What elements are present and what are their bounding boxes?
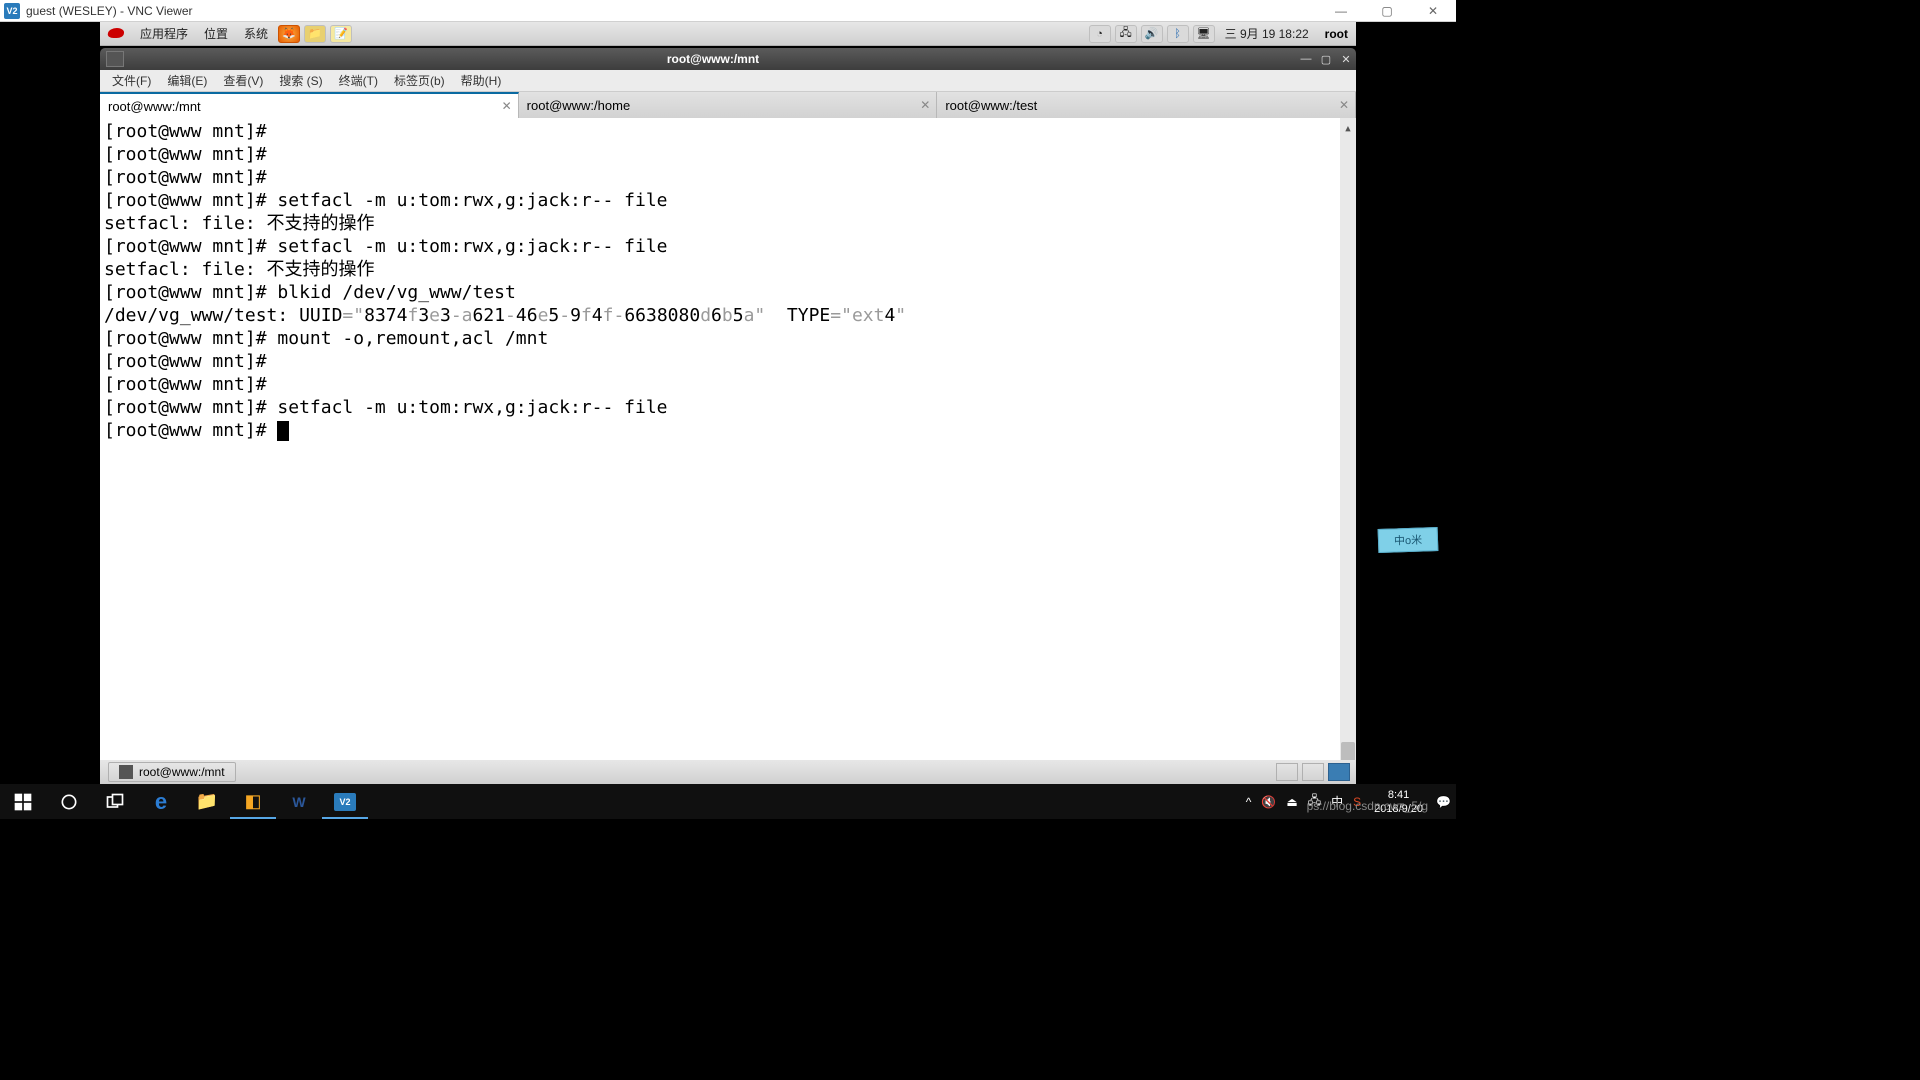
start-button[interactable] — [0, 784, 46, 819]
windows-taskbar: e 📁 ◧ W V2 ^ 🔇 ⏏ 🖧 中 S 8:41 2018/9/20 💬 — [0, 784, 1456, 819]
tab-label: root@www:/home — [527, 98, 631, 113]
terminal-title: root@www:/mnt — [130, 52, 1296, 66]
gnome-bottom-panel: root@www:/mnt — [100, 760, 1356, 784]
maximize-button[interactable]: ▢ — [1364, 1, 1410, 21]
terminal-scrollbar[interactable]: ▲ ▼ — [1340, 118, 1356, 784]
task-label: root@www:/mnt — [139, 765, 225, 779]
cpu-indicator-icon[interactable]: ◔ — [1089, 25, 1111, 43]
firefox-icon[interactable]: 🦊 — [278, 25, 300, 43]
menu-view[interactable]: 查看(V) — [215, 72, 271, 89]
menu-tabs[interactable]: 标签页(b) — [386, 72, 453, 89]
tab-label: root@www:/test — [945, 98, 1037, 113]
cortana-button[interactable] — [46, 784, 92, 819]
system-tray: ^ 🔇 ⏏ 🖧 中 S 8:41 2018/9/20 💬 — [1241, 784, 1456, 819]
close-icon[interactable]: ✕ — [920, 98, 930, 112]
clock-time: 8:41 — [1374, 788, 1423, 802]
menu-terminal[interactable]: 终端(T) — [331, 72, 386, 89]
gnome-user-menu[interactable]: root — [1325, 27, 1348, 41]
terminal-maximize[interactable]: ▢ — [1316, 51, 1336, 67]
menu-system[interactable]: 系统 — [236, 22, 276, 45]
tray-network-icon[interactable]: 🖧 — [1303, 791, 1326, 812]
taskbar-clock[interactable]: 8:41 2018/9/20 — [1366, 788, 1431, 816]
tray-app-icon[interactable]: S — [1348, 795, 1366, 809]
terminal-body[interactable]: [root@www mnt]# [root@www mnt]# [root@ww… — [100, 118, 1356, 784]
volume-icon[interactable]: 🔊 — [1141, 25, 1163, 43]
vnc-icon: V2 — [334, 793, 356, 811]
close-button[interactable]: ✕ — [1410, 1, 1456, 21]
tab-label: root@www:/mnt — [108, 99, 201, 114]
trash-icon[interactable] — [1328, 763, 1350, 781]
terminal-titlebar[interactable]: root@www:/mnt — ▢ ✕ — [100, 48, 1356, 70]
terminal-close[interactable]: ✕ — [1336, 51, 1356, 67]
app-icon-1[interactable]: ◧ — [230, 784, 276, 819]
scroll-up-icon[interactable]: ▲ — [1340, 118, 1356, 132]
terminal-content[interactable]: [root@www mnt]# [root@www mnt]# [root@ww… — [100, 118, 1340, 784]
tray-ime-icon[interactable]: 中 — [1326, 793, 1348, 810]
clock-date: 2018/9/20 — [1374, 802, 1423, 816]
vnc-icon: V2 — [4, 3, 20, 19]
vnc-titlebar: V2 guest (WESLEY) - VNC Viewer — ▢ ✕ — [0, 0, 1456, 22]
word-icon[interactable]: W — [276, 784, 322, 819]
vnc-taskbar-icon[interactable]: V2 — [322, 784, 368, 819]
close-icon[interactable]: ✕ — [1339, 98, 1349, 112]
menu-help[interactable]: 帮助(H) — [453, 72, 510, 89]
terminal-window: root@www:/mnt — ▢ ✕ 文件(F) 编辑(E) 查看(V) 搜索… — [100, 48, 1356, 784]
tray-volume-icon[interactable]: 🔇 — [1256, 795, 1281, 809]
explorer-icon[interactable]: 📁 — [184, 784, 230, 819]
minimize-button[interactable]: — — [1318, 1, 1364, 21]
display-icon[interactable]: 🖥 — [1193, 25, 1215, 43]
sticker-overlay: 中o米 — [1378, 527, 1439, 553]
terminal-tab-home[interactable]: root@www:/home ✕ — [519, 92, 938, 118]
texteditor-icon[interactable]: 📝 — [330, 25, 352, 43]
tray-safely-remove-icon[interactable]: ⏏ — [1281, 795, 1302, 809]
menu-applications[interactable]: 应用程序 — [132, 22, 196, 45]
taskview-button[interactable] — [92, 784, 138, 819]
workspace-switcher-1[interactable] — [1276, 763, 1298, 781]
menu-edit[interactable]: 编辑(E) — [159, 72, 215, 89]
action-center-icon[interactable]: 💬 — [1431, 795, 1456, 809]
menu-file[interactable]: 文件(F) — [104, 72, 159, 89]
edge-icon[interactable]: e — [138, 784, 184, 819]
bluetooth-icon[interactable]: ᛒ — [1167, 25, 1189, 43]
filemanager-icon[interactable]: 📁 — [304, 25, 326, 43]
terminal-minimize[interactable]: — — [1296, 51, 1316, 67]
terminal-menubar: 文件(F) 编辑(E) 查看(V) 搜索 (S) 终端(T) 标签页(b) 帮助… — [100, 70, 1356, 92]
taskbar-item-terminal[interactable]: root@www:/mnt — [108, 762, 236, 782]
network-icon[interactable]: 🖧 — [1115, 25, 1137, 43]
terminal-tab-test[interactable]: root@www:/test ✕ — [937, 92, 1356, 118]
terminal-tabstrip: root@www:/mnt ✕ root@www:/home ✕ root@ww… — [100, 92, 1356, 118]
redhat-icon[interactable] — [106, 25, 128, 43]
gnome-clock[interactable]: 三 9月 19 18:22 — [1217, 22, 1317, 45]
gnome-top-panel: 应用程序 位置 系统 🦊 📁 📝 ◔ 🖧 🔊 ᛒ 🖥 三 9月 19 18:22… — [100, 22, 1356, 46]
menu-search[interactable]: 搜索 (S) — [271, 72, 330, 89]
terminal-icon — [119, 765, 133, 779]
workspace-switcher-2[interactable] — [1302, 763, 1324, 781]
menu-places[interactable]: 位置 — [196, 22, 236, 45]
vnc-window-title: guest (WESLEY) - VNC Viewer — [26, 4, 1318, 18]
close-icon[interactable]: ✕ — [502, 99, 512, 113]
tray-chevron-icon[interactable]: ^ — [1241, 795, 1257, 809]
terminal-icon — [106, 51, 124, 67]
terminal-tab-mnt[interactable]: root@www:/mnt ✕ — [100, 92, 519, 118]
